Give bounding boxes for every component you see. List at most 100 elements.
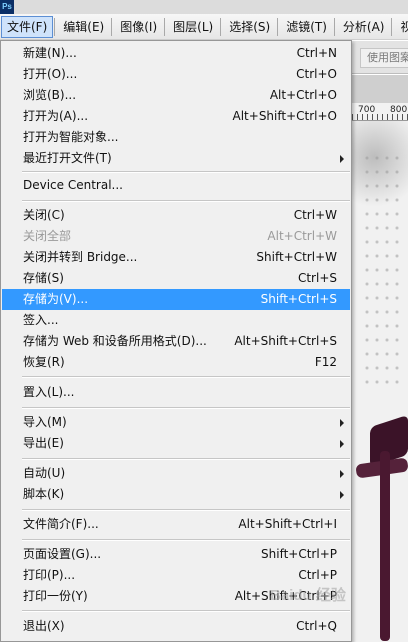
menu-analysis[interactable]: 分析(A) [337, 16, 391, 38]
menu-item-close-all: 关闭全部 Alt+Ctrl+W [2, 226, 350, 247]
menu-layer[interactable]: 图层(L) [167, 16, 219, 38]
menu-bar: 文件(F) 编辑(E) 图像(I) 图层(L) 选择(S) 滤镜(T) 分析(A… [0, 14, 408, 40]
horizontal-ruler: 700 800 [352, 103, 408, 121]
menu-item-label: 导入(M) [23, 415, 67, 429]
menu-item-label: 页面设置(G)... [23, 547, 102, 561]
menu-item-shortcut: Ctrl+N [296, 46, 337, 60]
menu-item-shortcut: Shift+Ctrl+P [261, 547, 337, 561]
menu-separator [391, 17, 393, 36]
menu-separator [164, 17, 166, 36]
menu-item-exit[interactable]: 退出(X) Ctrl+Q [2, 616, 350, 637]
menu-item-label: 退出(X) [23, 619, 65, 633]
menu-filter[interactable]: 滤镜(T) [280, 16, 333, 38]
menu-item-label: 新建(N)... [23, 46, 77, 60]
menu-item-open-as-smart-object[interactable]: 打开为智能对象... [2, 127, 350, 148]
submenu-arrow-icon [340, 155, 344, 163]
menu-item-label: 关闭(C) [23, 208, 65, 222]
menu-item-shortcut: Ctrl+W [293, 208, 337, 222]
menu-separator [22, 610, 350, 612]
document-tab-bar [352, 75, 408, 103]
menu-separator [22, 171, 350, 173]
menu-item-label: 存储为 Web 和设备所用格式(D)... [23, 334, 207, 348]
menu-item-label: 关闭并转到 Bridge... [23, 250, 138, 264]
submenu-arrow-icon [340, 470, 344, 478]
menu-item-label: 打印(P)... [23, 568, 76, 582]
submenu-arrow-icon [340, 491, 344, 499]
menu-item-close[interactable]: 关闭(C) Ctrl+W [2, 205, 350, 226]
menu-file[interactable]: 文件(F) [1, 15, 54, 38]
menu-item-shortcut: Alt+Shift+Ctrl+O [232, 109, 337, 123]
menu-item-import[interactable]: 导入(M) [2, 412, 350, 433]
menu-item-shortcut: Ctrl+S [297, 271, 337, 285]
menu-item-print[interactable]: 打印(P)... Ctrl+P [2, 565, 350, 586]
menu-item-label: 文件简介(F)... [23, 517, 99, 531]
menu-item-revert[interactable]: 恢复(R) F12 [2, 352, 350, 373]
menu-item-new[interactable]: 新建(N)... Ctrl+N [2, 43, 350, 64]
menu-item-shortcut: Shift+Ctrl+W [256, 250, 337, 264]
menu-item-save-for-web[interactable]: 存储为 Web 和设备所用格式(D)... Alt+Shift+Ctrl+S [2, 331, 350, 352]
menu-separator [333, 17, 335, 36]
menu-item-label: 最近打开文件(T) [23, 151, 112, 165]
menu-item-recent-files[interactable]: 最近打开文件(T) [2, 148, 350, 169]
menu-item-browse[interactable]: 浏览(B)... Alt+Ctrl+O [2, 85, 350, 106]
menu-separator [22, 509, 350, 511]
photoshop-logo-icon: Ps [0, 0, 14, 14]
calligraphy-stroke [380, 451, 390, 641]
menu-item-shortcut: Shift+Ctrl+S [260, 292, 337, 306]
menu-item-label: 打印一份(Y) [23, 589, 88, 603]
menu-view[interactable]: 视图(V [394, 16, 408, 38]
menu-item-shortcut: Ctrl+O [296, 67, 337, 81]
menu-image[interactable]: 图像(I) [114, 16, 163, 38]
ruler-ticks [352, 114, 408, 120]
menu-item-check-in[interactable]: 签入... [2, 310, 350, 331]
menu-item-label: 恢复(R) [23, 355, 65, 369]
menu-item-shortcut: Alt+Shift+Ctrl+P [234, 589, 337, 603]
menu-item-label: 签入... [23, 313, 59, 327]
menu-item-page-setup[interactable]: 页面设置(G)... Shift+Ctrl+P [2, 544, 350, 565]
menu-item-open-as[interactable]: 打开为(A)... Alt+Shift+Ctrl+O [2, 106, 350, 127]
ink-dots-artwork [362, 151, 402, 391]
menu-item-label: 打开为智能对象... [23, 130, 119, 144]
use-pattern-button[interactable]: 使用图案 [360, 48, 408, 68]
menu-item-shortcut: Alt+Shift+Ctrl+I [238, 517, 337, 531]
menu-edit[interactable]: 编辑(E) [57, 16, 110, 38]
menu-separator [277, 17, 279, 36]
file-menu-dropdown: 新建(N)... Ctrl+N 打开(O)... Ctrl+O 浏览(B)...… [0, 40, 352, 642]
menu-item-label: 自动(U) [23, 466, 66, 480]
menu-item-print-one-copy[interactable]: 打印一份(Y) Alt+Shift+Ctrl+P [2, 586, 350, 607]
menu-item-close-and-go-to-bridge[interactable]: 关闭并转到 Bridge... Shift+Ctrl+W [2, 247, 350, 268]
menu-select[interactable]: 选择(S) [223, 16, 276, 38]
title-bar: Ps [0, 0, 408, 14]
menu-item-file-info[interactable]: 文件简介(F)... Alt+Shift+Ctrl+I [2, 514, 350, 535]
menu-separator [220, 17, 222, 36]
menu-item-shortcut: Alt+Ctrl+O [269, 88, 337, 102]
menu-separator [22, 200, 350, 202]
menu-item-export[interactable]: 导出(E) [2, 433, 350, 454]
menu-separator [54, 17, 56, 36]
menu-item-shortcut: Alt+Ctrl+W [267, 229, 337, 243]
menu-separator [22, 376, 350, 378]
menu-item-open[interactable]: 打开(O)... Ctrl+O [2, 64, 350, 85]
menu-item-shortcut: Alt+Shift+Ctrl+S [234, 334, 337, 348]
menu-item-label: 存储为(V)... [23, 292, 89, 306]
menu-item-scripts[interactable]: 脚本(K) [2, 484, 350, 505]
menu-item-save-as[interactable]: 存储为(V)... Shift+Ctrl+S [2, 289, 350, 310]
menu-item-shortcut: F12 [314, 355, 337, 369]
menu-item-label: 置入(L)... [23, 385, 75, 399]
menu-item-label: 浏览(B)... [23, 88, 77, 102]
menu-item-device-central[interactable]: Device Central... [2, 175, 350, 196]
menu-item-label: 导出(E) [23, 436, 64, 450]
menu-item-save[interactable]: 存储(S) Ctrl+S [2, 268, 350, 289]
menu-item-place[interactable]: 置入(L)... [2, 382, 350, 403]
menu-item-shortcut: Ctrl+P [298, 568, 337, 582]
menu-separator [22, 407, 350, 409]
menu-separator [22, 539, 350, 541]
menu-item-label: 存储(S) [23, 271, 64, 285]
menu-item-shortcut: Ctrl+Q [296, 619, 337, 633]
menu-item-label: Device Central... [23, 178, 123, 192]
menu-separator [111, 17, 113, 36]
menu-item-automate[interactable]: 自动(U) [2, 463, 350, 484]
document-canvas[interactable] [352, 121, 408, 642]
menu-item-label: 打开为(A)... [23, 109, 89, 123]
menu-item-label: 关闭全部 [23, 229, 72, 243]
